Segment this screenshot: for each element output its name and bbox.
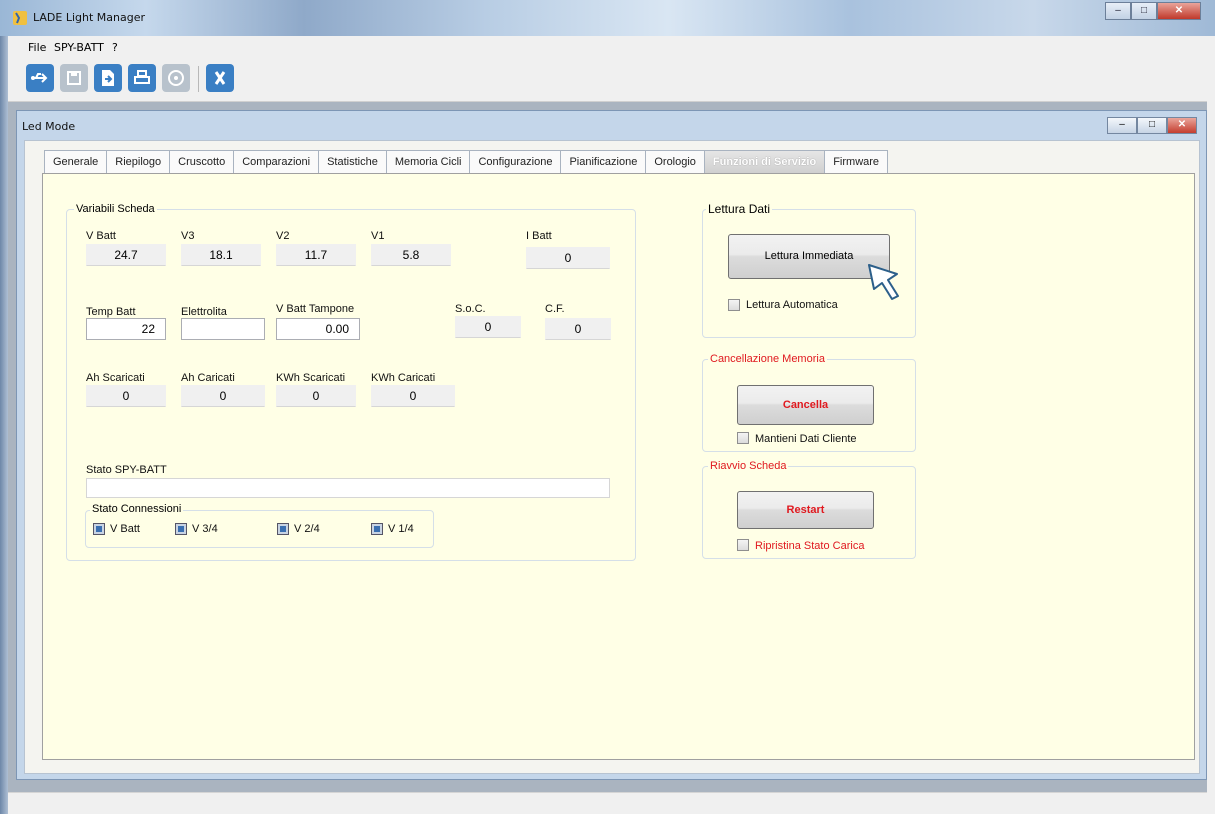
lettura-automatica-checkbox[interactable] (728, 299, 740, 311)
minimize-button[interactable]: – (1105, 2, 1131, 20)
cancella-button[interactable]: Cancella (737, 385, 874, 425)
window-frame-right (1207, 36, 1215, 814)
conn-vbatt-label: V Batt (110, 523, 140, 535)
close-x-icon[interactable] (206, 64, 234, 92)
cancellazione-title: Cancellazione Memoria (708, 353, 827, 365)
restart-button[interactable]: Restart (737, 491, 874, 529)
conn-v24-checkbox[interactable] (277, 523, 289, 535)
child-minimize-button[interactable]: – (1107, 117, 1137, 134)
soc-value: 0 (455, 316, 521, 338)
tab-pianificazione[interactable]: Pianificazione (560, 150, 647, 174)
vbatt-tampone-label: V Batt Tampone (276, 303, 355, 315)
ah-caricati-label: Ah Caricati (181, 372, 235, 384)
ripristina-stato-carica-checkbox[interactable] (737, 539, 749, 551)
print-icon[interactable] (128, 64, 156, 92)
toolbar (8, 58, 1207, 102)
tab-statistiche[interactable]: Statistiche (318, 150, 387, 174)
tab-strip: Generale Riepilogo Cruscotto Comparazion… (44, 150, 889, 174)
close-button[interactable]: ✕ (1157, 2, 1201, 20)
child-restore-button[interactable]: □ (1137, 117, 1167, 134)
elettrolita-label: Elettrolita (181, 306, 227, 318)
conn-v14-checkbox[interactable] (371, 523, 383, 535)
window-title: LADE Light Manager (33, 11, 145, 24)
stato-spy-batt-field (86, 478, 610, 498)
menu-file[interactable]: File (28, 41, 46, 54)
vbatt-value: 24.7 (86, 244, 166, 266)
conn-v14-label: V 1/4 (388, 523, 414, 535)
maximize-button[interactable]: □ (1131, 2, 1157, 20)
tab-configurazione[interactable]: Configurazione (469, 150, 562, 174)
cursor-arrow-icon (868, 264, 899, 300)
ah-scaricati-label: Ah Scaricati (86, 372, 145, 384)
tab-firmware[interactable]: Firmware (824, 150, 889, 174)
ripristina-stato-carica-label: Ripristina Stato Carica (755, 540, 865, 552)
elettrolita-field[interactable] (181, 318, 265, 340)
v3-label: V3 (181, 230, 195, 242)
tab-generale[interactable]: Generale (44, 150, 108, 174)
mantieni-dati-cliente-checkbox[interactable] (737, 432, 749, 444)
menu-spy-batt[interactable]: SPY-BATT (54, 41, 104, 54)
toolbar-separator (198, 66, 199, 92)
kwh-scaricati-label: KWh Scaricati (276, 372, 346, 384)
temp-batt-label: Temp Batt (86, 306, 136, 318)
conn-v34-checkbox[interactable] (175, 523, 187, 535)
cf-label: C.F. (545, 303, 565, 315)
menu-help[interactable]: ? (112, 41, 118, 54)
open-file-icon[interactable] (94, 64, 122, 92)
ah-scaricati-value: 0 (86, 385, 166, 407)
tab-riepilogo[interactable]: Riepilogo (106, 150, 171, 174)
v1-value: 5.8 (371, 244, 451, 266)
v3-value: 18.1 (181, 244, 261, 266)
menu-bar: File SPY-BATT ? (8, 36, 1207, 58)
riavvio-title: Riavvio Scheda (708, 460, 789, 472)
ibatt-label: I Batt (526, 230, 552, 242)
disc-icon[interactable] (162, 64, 190, 92)
kwh-caricati-label: KWh Caricati (371, 372, 436, 384)
conn-v34-label: V 3/4 (192, 523, 218, 535)
vbatt-tampone-field[interactable]: 0.00 (276, 318, 360, 340)
conn-vbatt-checkbox[interactable] (93, 523, 105, 535)
conn-v24-label: V 2/4 (294, 523, 320, 535)
save-icon[interactable] (60, 64, 88, 92)
group-variabili-title: Variabili Scheda (74, 203, 157, 215)
vbatt-label: V Batt (86, 230, 116, 242)
tab-orologio[interactable]: Orologio (645, 150, 705, 174)
lettura-dati-title: Lettura Dati (706, 202, 773, 216)
child-window-title: Led Mode (22, 120, 76, 133)
ibatt-value: 0 (526, 247, 610, 269)
stato-connessioni-title: Stato Connessioni (90, 503, 184, 515)
tab-comparazioni[interactable]: Comparazioni (233, 150, 320, 174)
mantieni-dati-cliente-label: Mantieni Dati Cliente (755, 433, 857, 445)
tab-funzioni-di-servizio[interactable]: Funzioni di Servizio (703, 150, 826, 174)
window-frame-left (0, 36, 8, 814)
v1-label: V1 (371, 230, 385, 242)
tab-memoria-cicli[interactable]: Memoria Cicli (385, 150, 471, 174)
ah-caricati-value: 0 (181, 385, 265, 407)
usb-connect-icon[interactable] (26, 64, 54, 92)
v2-value: 11.7 (276, 244, 356, 266)
lettura-automatica-label: Lettura Automatica (746, 299, 838, 311)
cf-value: 0 (545, 318, 611, 340)
temp-batt-field[interactable]: 22 (86, 318, 166, 340)
title-bar: LADE Light Manager – □ ✕ (0, 0, 1215, 36)
soc-label: S.o.C. (455, 303, 486, 315)
v2-label: V2 (276, 230, 290, 242)
kwh-caricati-value: 0 (371, 385, 455, 407)
stato-spy-batt-label: Stato SPY-BATT (86, 464, 167, 476)
kwh-scaricati-value: 0 (276, 385, 356, 407)
status-bar (8, 792, 1207, 814)
tab-cruscotto[interactable]: Cruscotto (169, 150, 235, 174)
app-icon (13, 11, 27, 25)
child-close-button[interactable]: ✕ (1167, 117, 1197, 134)
